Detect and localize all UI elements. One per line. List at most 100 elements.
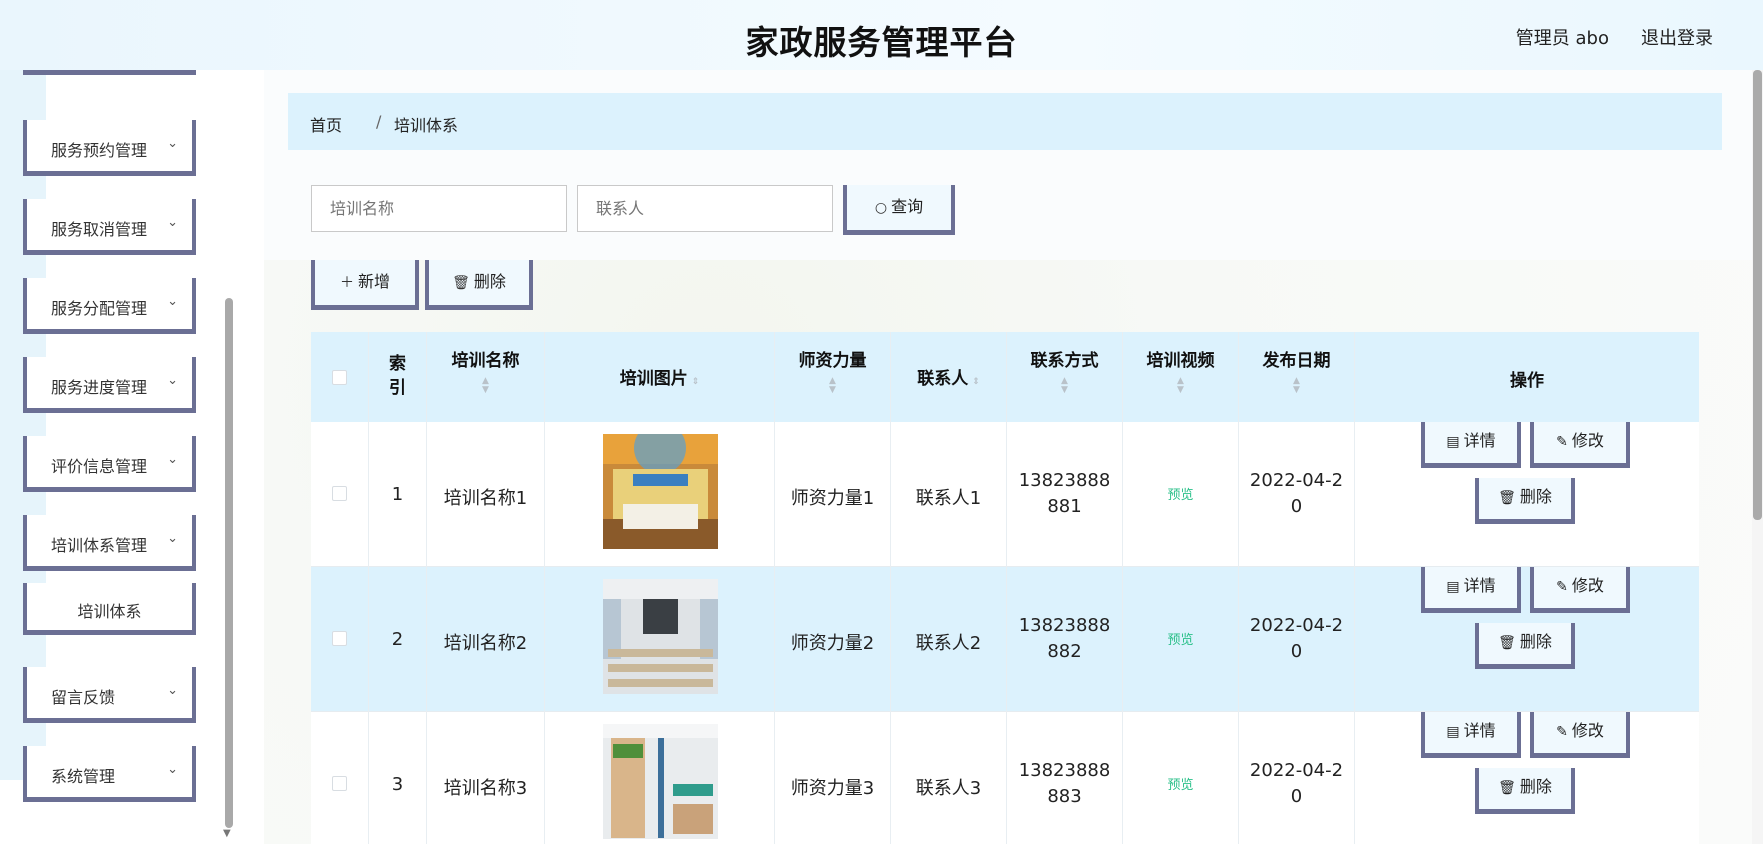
sidebar: 服务预约管理 ⌄ 服务取消管理 ⌄ 服务分配管理 ⌄ 服务进度管理 ⌄ 评价信息… [0, 70, 240, 844]
row-ops-cell: ▤ 详情 ✎ 修改 🗑 删除 [1355, 712, 1699, 844]
batch-delete-button[interactable]: 🗑 删除 [425, 260, 533, 310]
sidebar-item-training-mgmt[interactable]: 培训体系管理 ⌄ [23, 515, 196, 571]
header-ops: 操作 [1510, 371, 1544, 391]
edit-button[interactable]: ✎ 修改 [1530, 422, 1630, 468]
video-preview-link[interactable]: 预览 [1123, 484, 1238, 503]
top-header: 家政服务管理平台 管理员 abo 退出登录 [0, 0, 1763, 70]
delete-button[interactable]: 🗑 删除 [1475, 768, 1575, 814]
training-name-search-input[interactable] [311, 185, 567, 232]
header-phone[interactable]: 联系方式 ▲ ▼ [1007, 332, 1123, 422]
chevron-down-icon: ⌄ [167, 373, 178, 388]
edit-button[interactable]: ✎ 修改 [1530, 712, 1630, 758]
trash-icon: 🗑 [1498, 780, 1516, 796]
document-icon: ▤ [1446, 579, 1460, 595]
header-contact[interactable]: 联系人 ⇕ [891, 332, 1007, 422]
add-button[interactable]: ＋新增 [311, 260, 419, 310]
select-all-checkbox[interactable] [332, 370, 347, 385]
row-checkbox[interactable] [332, 486, 347, 501]
video-preview-link[interactable]: 预览 [1123, 774, 1238, 793]
row-date: 2022-04-2 0 [1249, 470, 1344, 517]
edit-icon: ✎ [1556, 724, 1568, 740]
detail-button[interactable]: ▤ 详情 [1421, 712, 1521, 758]
query-button[interactable]: ○ 查询 [843, 185, 955, 235]
table-header: 索引 培训名称 ▲ ▼ 培训图片 ⇕ 师资力量 ▲ ▼ 联系人 ⇕ 联系方式 ▲ ▼ 培训… [311, 332, 1699, 422]
sidebar-item-cancel[interactable]: 服务取消管理 ⌄ [23, 199, 196, 255]
row-index: 3 [391, 774, 404, 795]
training-image[interactable] [603, 579, 718, 694]
sort-icon[interactable]: ⇕ [972, 377, 980, 387]
sidebar-item-system[interactable]: 系统管理 ⌄ [23, 746, 196, 802]
detail-button[interactable]: ▤ 详情 [1421, 567, 1521, 613]
query-label: 查询 [891, 197, 924, 216]
row-ops-cell: ▤ 详情 ✎ 修改 🗑 删除 [1355, 567, 1699, 712]
breadcrumb-home[interactable]: 首页 [310, 112, 342, 136]
sidebar-item-review[interactable]: 评价信息管理 ⌄ [23, 436, 196, 492]
sidebar-item-label: 评价信息管理 [51, 457, 148, 476]
row-name: 培训名称2 [443, 633, 528, 654]
row-ops-cell: ▤ 详情 ✎ 修改 🗑 删除 [1355, 422, 1699, 567]
table-row: 1 培训名称1 师资力量1 联系人1 13823888 881 预览 2022-… [311, 422, 1699, 567]
delete-button[interactable]: 🗑 删除 [1475, 623, 1575, 669]
row-checkbox[interactable] [332, 776, 347, 791]
sort-icon[interactable]: ▲ ▼ [427, 377, 544, 395]
row-select-cell [311, 567, 369, 712]
training-image[interactable] [603, 434, 718, 549]
sort-icon[interactable]: ⇕ [692, 377, 700, 387]
row-date: 2022-04-2 0 [1249, 760, 1344, 807]
sidebar-scrollbar-thumb[interactable] [225, 298, 233, 828]
row-phone: 13823888 881 [1018, 470, 1111, 517]
sidebar-item-label: 服务取消管理 [51, 220, 148, 239]
training-table: 索引 培训名称 ▲ ▼ 培训图片 ⇕ 师资力量 ▲ ▼ 联系人 ⇕ 联系方式 ▲ ▼ 培训… [311, 332, 1699, 844]
sort-icon[interactable]: ▲ ▼ [1123, 377, 1238, 395]
sidebar-item-label: 服务分配管理 [51, 299, 148, 318]
breadcrumb-separator: / [376, 112, 382, 131]
logout-link[interactable]: 退出登录 [1641, 24, 1713, 50]
chevron-down-icon: ⌄ [167, 683, 178, 698]
row-faculty: 师资力量3 [790, 778, 875, 799]
header-select-all-cell [311, 332, 369, 422]
row-faculty: 师资力量1 [790, 488, 875, 509]
header-date[interactable]: 发布日期 ▲ ▼ [1239, 332, 1355, 422]
trash-icon: 🗑 [452, 275, 470, 291]
chevron-down-icon: ⌄ [167, 294, 178, 309]
main-content: 首页 / 培训体系 ○查询 ＋新增 🗑删除 索引 培训名称 ▲▼ 培训图片⇕ [264, 70, 1763, 844]
sort-icon[interactable]: ▲ ▼ [775, 377, 890, 395]
page-scrollbar-thumb[interactable] [1753, 70, 1762, 520]
row-select-cell [311, 422, 369, 567]
breadcrumb: 首页 / 培训体系 [288, 93, 1722, 150]
sidebar-item-assign[interactable]: 服务分配管理 ⌄ [23, 278, 196, 334]
sidebar-item-label: 服务预约管理 [51, 141, 148, 160]
header-name[interactable]: 培训名称 ▲ ▼ [427, 332, 545, 422]
header-index: 索引 [369, 332, 427, 422]
header-faculty[interactable]: 师资力量 ▲ ▼ [775, 332, 891, 422]
edit-icon: ✎ [1556, 579, 1568, 595]
row-phone: 13823888 883 [1018, 760, 1111, 807]
sidebar-item-partial[interactable] [23, 70, 196, 75]
sidebar-item-feedback[interactable]: 留言反馈 ⌄ [23, 667, 196, 723]
row-date: 2022-04-2 0 [1249, 615, 1344, 662]
header-image[interactable]: 培训图片 ⇕ [545, 332, 775, 422]
header-video[interactable]: 培训视频 ▲ ▼ [1123, 332, 1239, 422]
edit-icon: ✎ [1556, 434, 1568, 450]
document-icon: ▤ [1446, 434, 1460, 450]
delete-button[interactable]: 🗑 删除 [1475, 478, 1575, 524]
row-checkbox[interactable] [332, 631, 347, 646]
sidebar-item-label: 系统管理 [51, 767, 116, 786]
detail-button[interactable]: ▤ 详情 [1421, 422, 1521, 468]
delete-label: 删除 [473, 272, 506, 291]
row-name: 培训名称1 [443, 488, 528, 509]
sidebar-item-progress[interactable]: 服务进度管理 ⌄ [23, 357, 196, 413]
contact-search-input[interactable] [577, 185, 833, 232]
edit-button[interactable]: ✎ 修改 [1530, 567, 1630, 613]
search-icon: ○ [874, 200, 888, 216]
chevron-down-icon: ⌄ [167, 452, 178, 467]
video-preview-link[interactable]: 预览 [1123, 629, 1238, 648]
sidebar-item-appointment[interactable]: 服务预约管理 ⌄ [23, 120, 196, 176]
sort-icon[interactable]: ▲ ▼ [1239, 377, 1354, 395]
sort-icon[interactable]: ▲ ▼ [1007, 377, 1122, 395]
add-label: 新增 [357, 272, 390, 291]
sidebar-item-training[interactable]: 培训体系 [23, 583, 196, 635]
training-image[interactable] [603, 724, 718, 839]
scroll-down-icon[interactable]: ▼ [223, 828, 231, 839]
app-title: 家政服务管理平台 [745, 23, 1018, 62]
